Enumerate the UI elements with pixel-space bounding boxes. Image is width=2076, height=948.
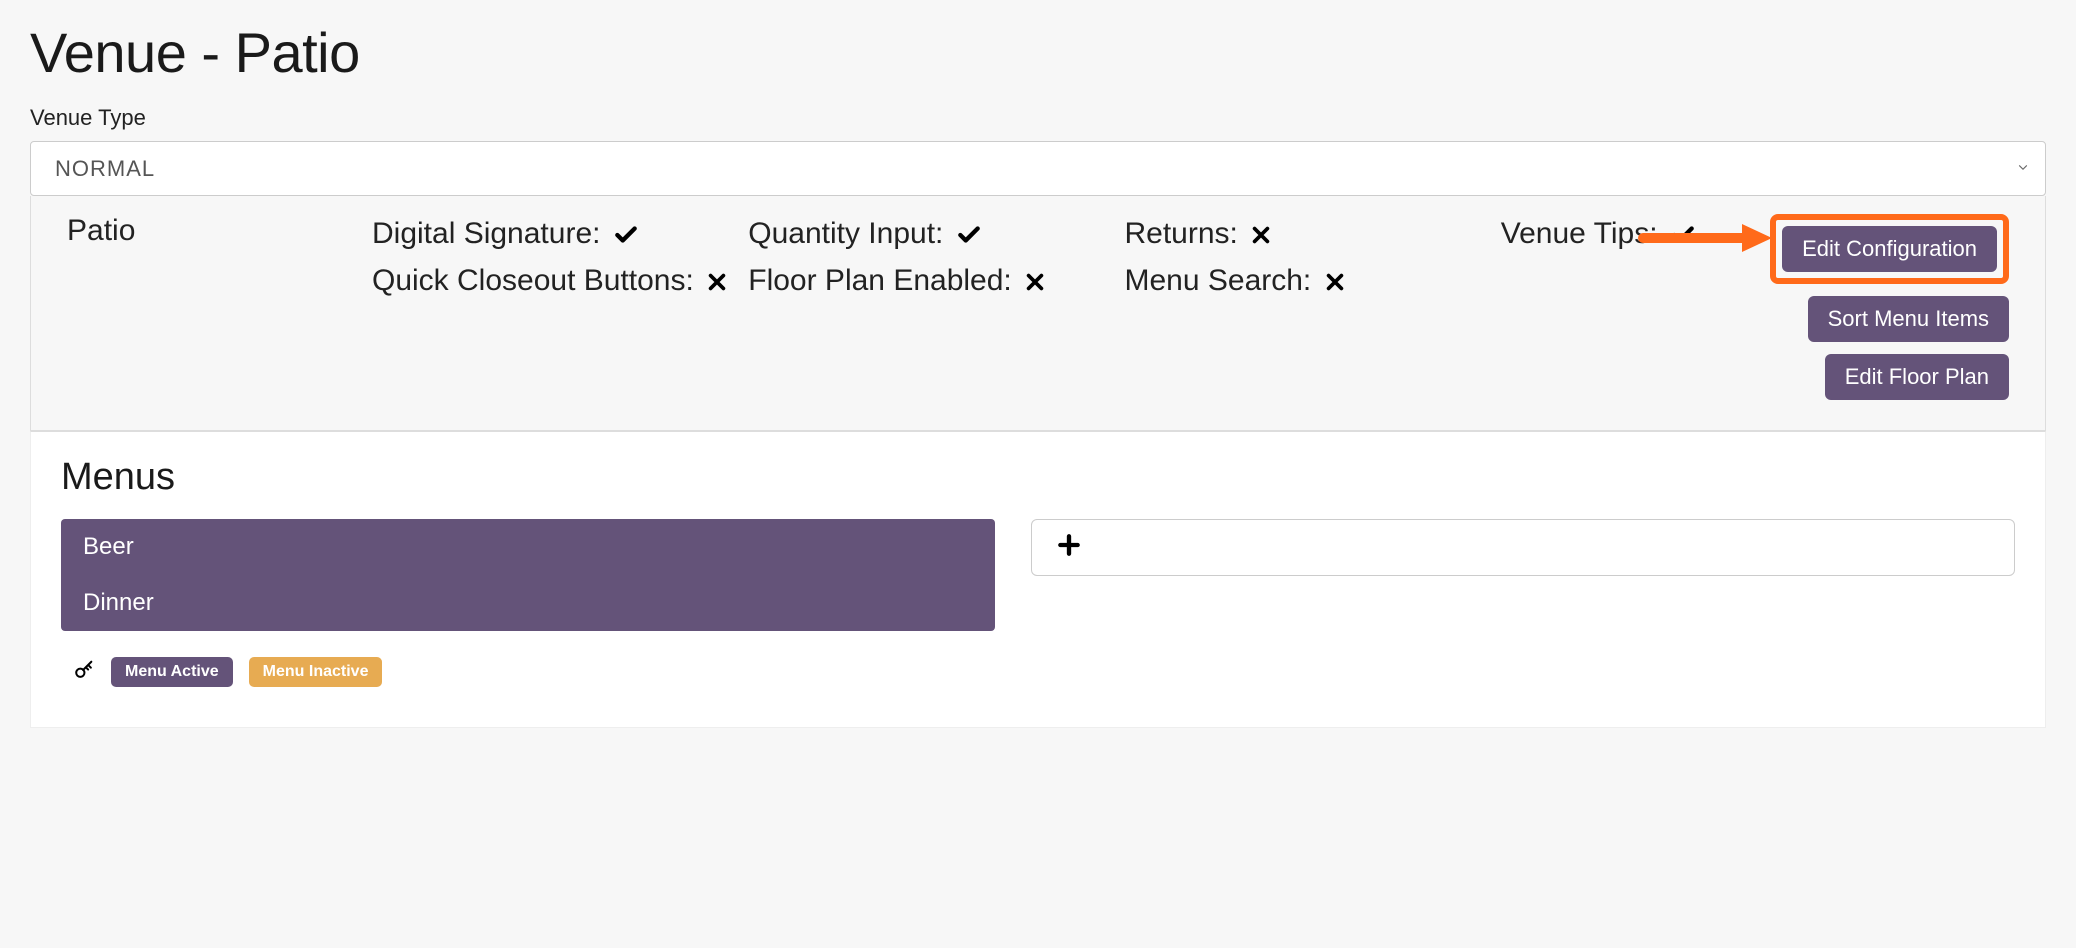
x-icon [1250,224,1272,246]
config-col-1: Digital Signature: Quick Closeout Button… [372,214,728,400]
highlight-annotation: Edit Configuration [1770,214,2009,284]
menus-card: Menus Beer Dinner Menu Active Menu Inact… [30,431,2046,728]
menu-item-dinner[interactable]: Dinner [61,575,995,631]
digital-signature-prop: Digital Signature: [372,214,728,255]
x-icon [1324,271,1346,293]
menu-list: Beer Dinner [61,519,995,631]
digital-signature-label: Digital Signature: [372,217,600,250]
menu-search-prop: Menu Search: [1125,261,1481,302]
returns-prop: Returns: [1125,214,1481,255]
menu-item-beer[interactable]: Beer [61,519,995,575]
venue-type-select[interactable]: NORMAL [30,141,2046,196]
venue-name: Patio [67,214,352,248]
menu-active-badge: Menu Active [111,657,233,687]
edit-configuration-button[interactable]: Edit Configuration [1782,226,1997,272]
config-col-4: Venue Tips: [1501,214,1750,400]
venue-tips-label: Venue Tips: [1501,217,1658,250]
floor-plan-enabled-label: Floor Plan Enabled: [748,264,1012,297]
x-icon [1024,271,1046,293]
quick-closeout-label: Quick Closeout Buttons: [372,264,694,297]
check-icon [956,222,982,248]
menu-inactive-badge: Menu Inactive [249,657,383,687]
config-col-2: Quantity Input: Floor Plan Enabled: [748,214,1104,400]
venue-type-select-wrapper: NORMAL [30,141,2046,196]
x-icon [706,271,728,293]
menu-legend: Menu Active Menu Inactive [61,657,2015,687]
sort-menu-items-button[interactable]: Sort Menu Items [1808,296,2009,342]
plus-icon [1056,542,1082,562]
quantity-input-label: Quantity Input: [748,217,943,250]
venue-type-label: Venue Type [30,105,2046,131]
check-icon [1670,222,1696,248]
menu-search-label: Menu Search: [1125,264,1312,297]
venue-name-col: Patio [67,214,352,400]
menus-heading: Menus [61,456,2015,499]
venue-tips-prop: Venue Tips: [1501,214,1750,255]
page-title: Venue - Patio [30,20,2046,85]
key-icon [73,659,95,686]
button-column: Edit Configuration Sort Menu Items Edit … [1770,214,2009,400]
edit-floor-plan-button[interactable]: Edit Floor Plan [1825,354,2009,400]
config-col-3: Returns: Menu Search: [1125,214,1481,400]
quick-closeout-prop: Quick Closeout Buttons: [372,261,728,302]
check-icon [613,222,639,248]
quantity-input-prop: Quantity Input: [748,214,1104,255]
add-menu-button[interactable] [1031,519,2015,576]
returns-label: Returns: [1125,217,1238,250]
floor-plan-enabled-prop: Floor Plan Enabled: [748,261,1104,302]
config-panel: Patio Digital Signature: Quick Closeout … [30,196,2046,431]
menus-row: Beer Dinner [61,519,2015,631]
